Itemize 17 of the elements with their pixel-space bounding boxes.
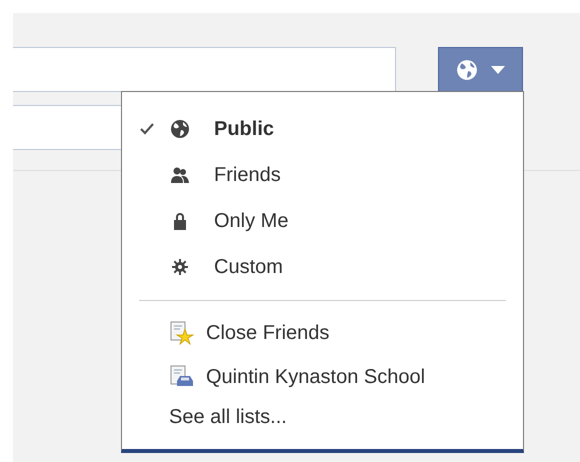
- school-list-icon: [170, 365, 194, 389]
- globe-icon: [456, 58, 478, 80]
- gear-icon: [170, 257, 190, 277]
- caret-icon: [490, 64, 506, 76]
- audience-option[interactable]: Custom: [122, 244, 523, 290]
- audience-option[interactable]: Friends: [122, 152, 523, 198]
- list-option[interactable]: Quintin Kynaston School: [122, 355, 523, 399]
- see-all-lists-link[interactable]: See all lists...: [169, 402, 287, 432]
- globe-icon: [170, 119, 190, 139]
- list-option[interactable]: Close Friends: [122, 311, 523, 355]
- text-field[interactable]: [13, 47, 396, 92]
- people-icon: [170, 165, 190, 185]
- privacy-button[interactable]: [438, 47, 523, 92]
- audience-option[interactable]: Only Me: [122, 198, 523, 244]
- star-list-icon: [170, 321, 194, 345]
- checkmark-icon: [140, 123, 154, 135]
- audience-option[interactable]: Public: [122, 106, 523, 152]
